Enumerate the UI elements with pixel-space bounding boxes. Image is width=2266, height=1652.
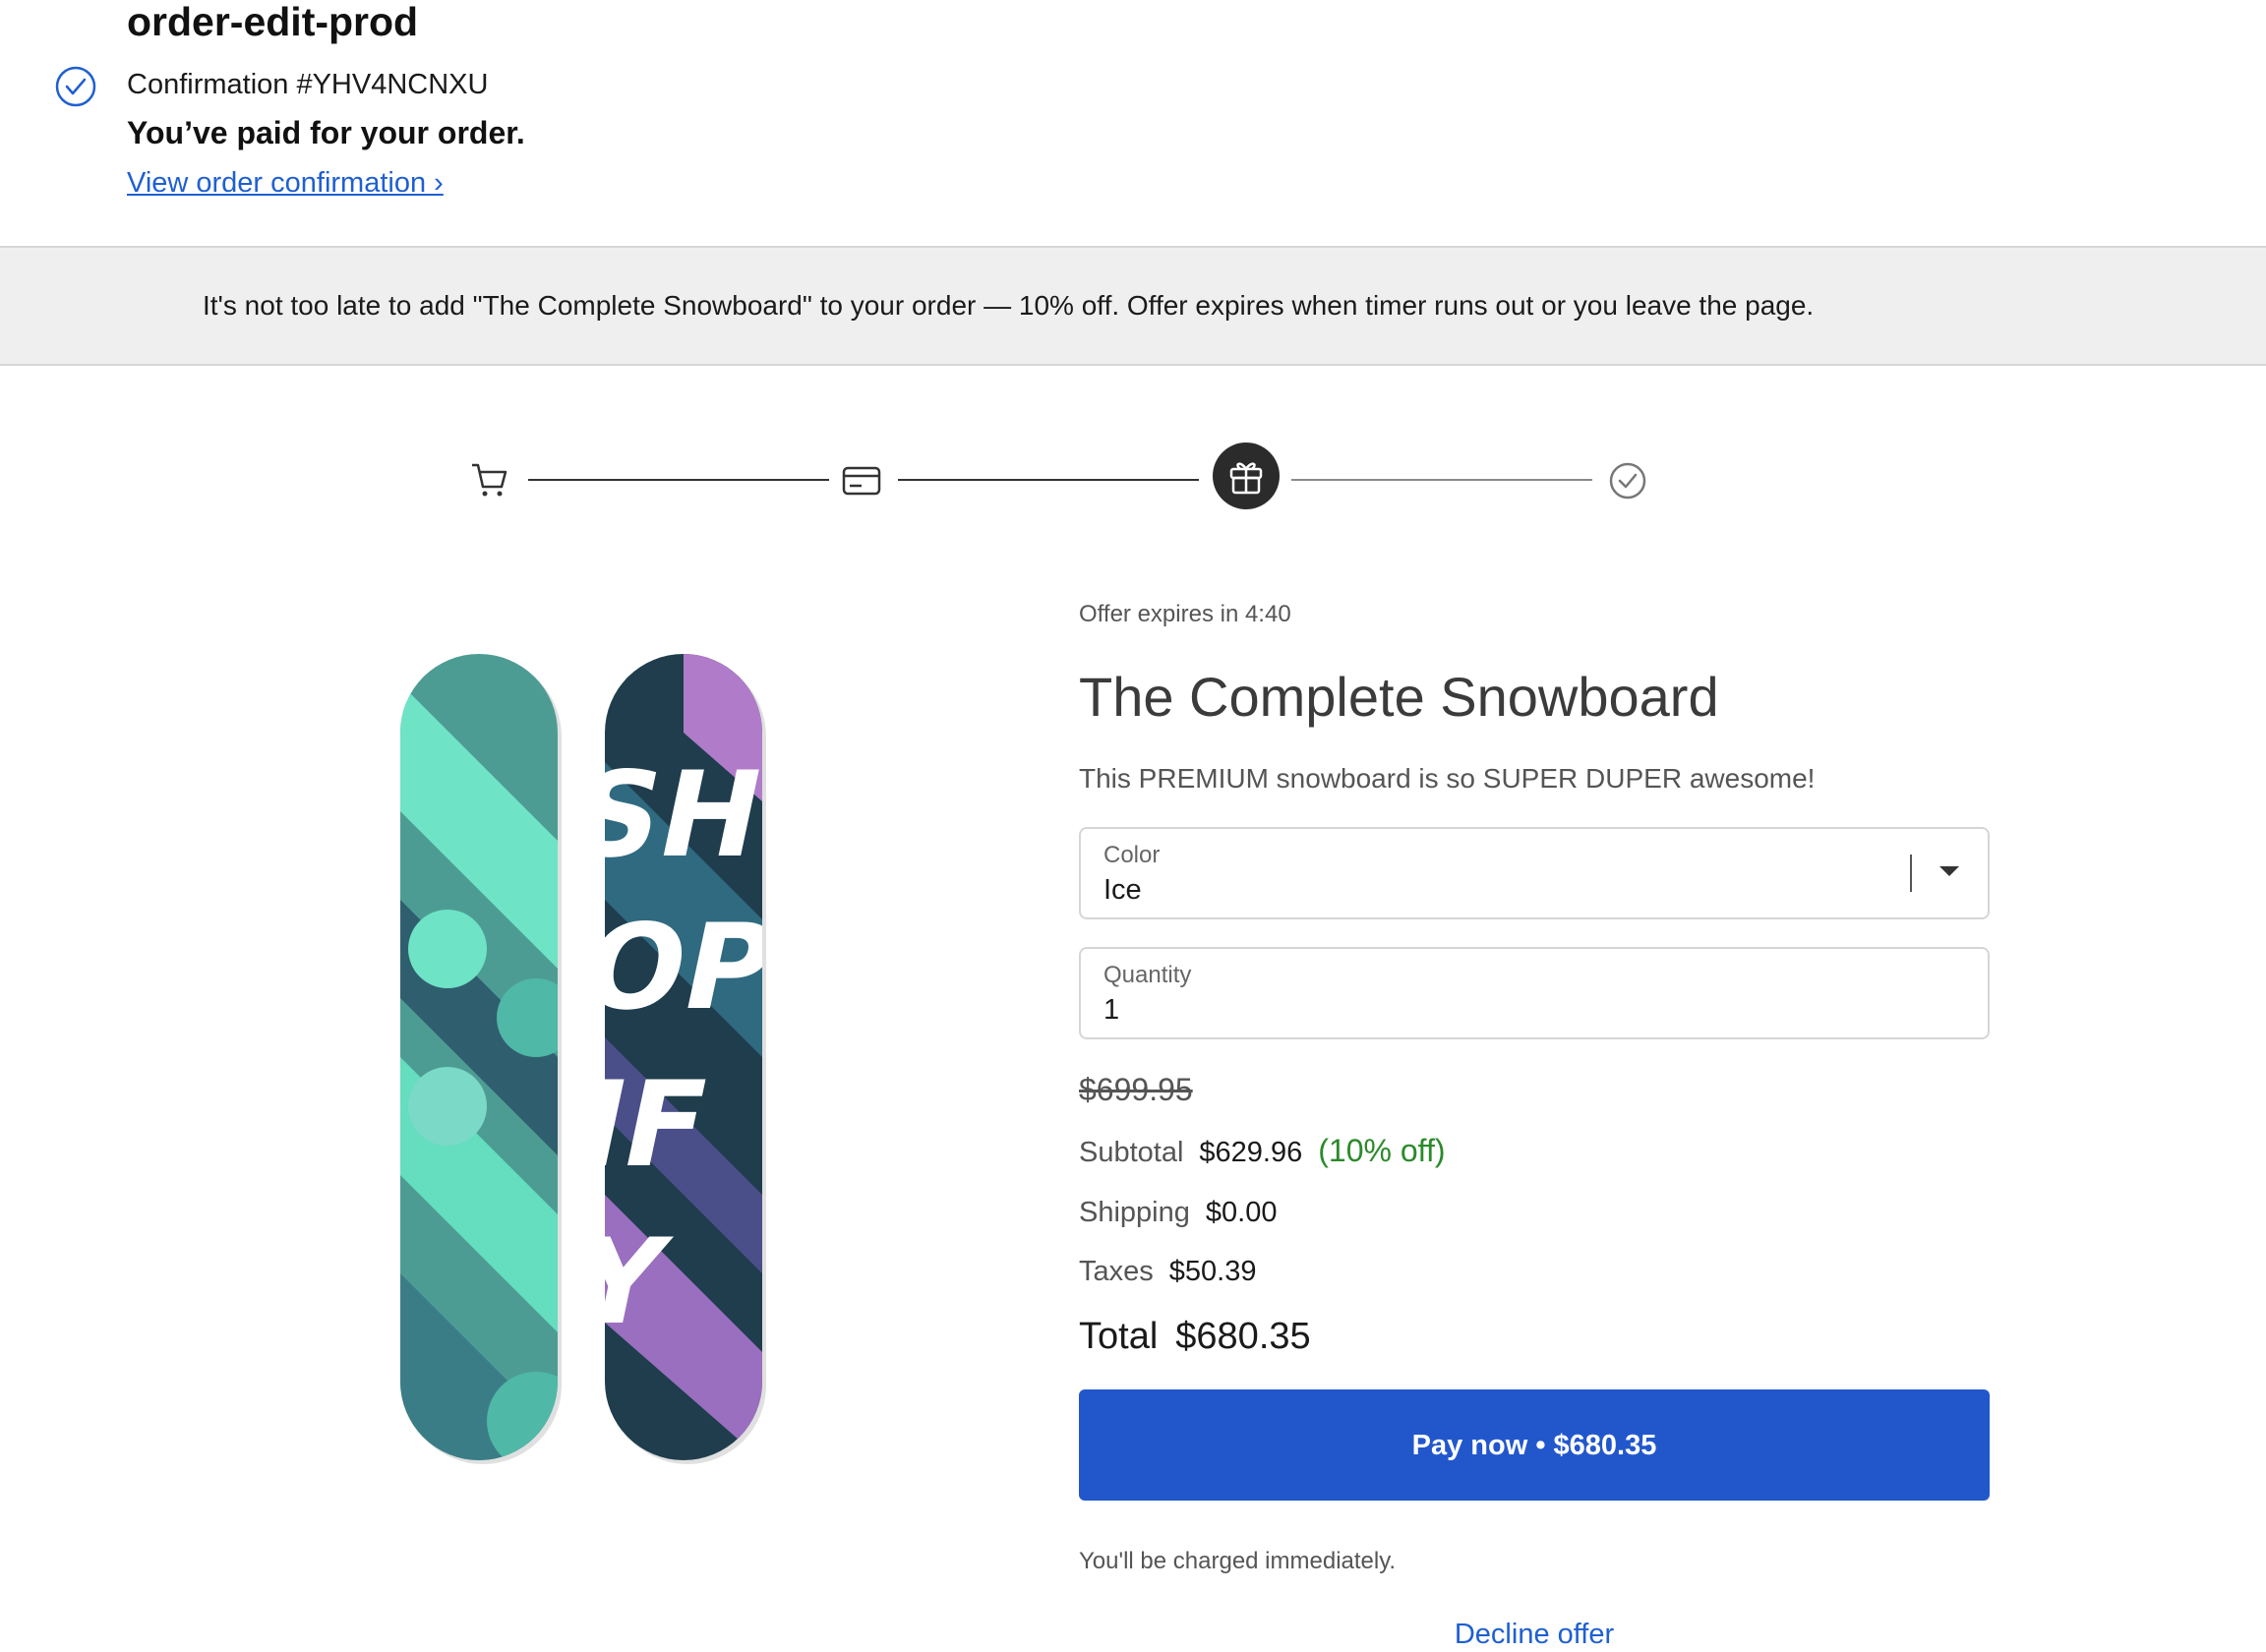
view-order-confirmation-link[interactable]: View order confirmation › (127, 165, 444, 201)
decline-offer-link[interactable]: Decline offer (1079, 1617, 1990, 1652)
subtotal-row: Subtotal $629.96 (10% off) (1079, 1133, 1446, 1170)
total-value: $680.35 (1175, 1316, 1311, 1357)
store-name: order-edit-prod (127, 0, 419, 44)
charged-note: You'll be charged immediately. (1079, 1548, 1397, 1574)
total-label: Total (1079, 1316, 1159, 1357)
color-label: Color (1103, 842, 1161, 868)
cart-icon (472, 463, 507, 497)
taxes-row: Taxes $50.39 (1079, 1254, 1256, 1289)
product-description: This PREMIUM snowboard is so SUPER DUPER… (1079, 763, 1816, 794)
subtotal-value: $629.96 (1199, 1137, 1303, 1168)
select-divider (1910, 855, 1912, 892)
total-row: Total $680.35 (1079, 1314, 1311, 1359)
offer-banner-text: It's not too late to add "The Complete S… (203, 290, 1815, 321)
card-icon (842, 466, 881, 496)
paid-message: You’ve paid for your order. (127, 115, 525, 150)
svg-text:OP: OP (570, 898, 782, 1035)
product-image: SH OP IF Y (400, 654, 782, 1464)
offer-banner: It's not too late to add "The Complete S… (0, 246, 2266, 366)
taxes-value: $50.39 (1168, 1256, 1257, 1287)
pay-now-button[interactable]: Pay now • $680.35 (1079, 1389, 1990, 1501)
subtotal-label: Subtotal (1079, 1137, 1184, 1168)
product-title: The Complete Snowboard (1079, 666, 1719, 728)
shipping-row: Shipping $0.00 (1079, 1195, 1277, 1230)
chevron-down-icon[interactable] (1939, 866, 1959, 876)
taxes-label: Taxes (1079, 1256, 1154, 1287)
discount-badge: (10% off) (1318, 1133, 1446, 1168)
quantity-field[interactable]: Quantity 1 (1079, 947, 1990, 1039)
quantity-value[interactable]: 1 (1103, 992, 1119, 1028)
progress-stepper (470, 442, 1650, 521)
color-select[interactable]: Color Ice (1079, 827, 1990, 919)
shipping-label: Shipping (1079, 1197, 1190, 1228)
step-connector (898, 479, 1199, 481)
offer-timer: Offer expires in 4:40 (1079, 601, 1291, 627)
step-connector (1291, 479, 1592, 481)
complete-check-icon (1609, 462, 1646, 500)
svg-text:SH: SH (562, 745, 775, 883)
gift-icon (1213, 442, 1280, 509)
shipping-value: $0.00 (1205, 1197, 1278, 1228)
confirmation-check-icon (55, 66, 96, 107)
confirmation-number: Confirmation #YHV4NCNXU (127, 69, 489, 100)
original-price: $699.95 (1079, 1072, 1193, 1107)
quantity-label: Quantity (1103, 962, 1192, 988)
color-value: Ice (1103, 874, 1142, 906)
step-connector (528, 479, 829, 481)
